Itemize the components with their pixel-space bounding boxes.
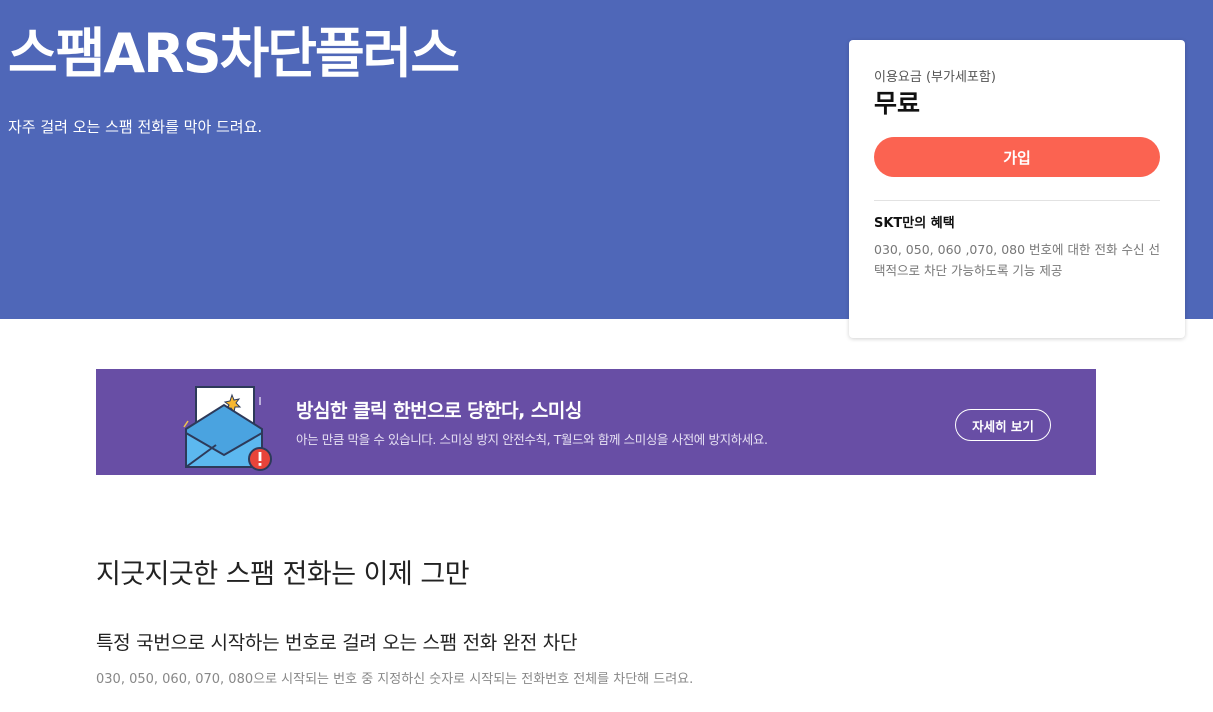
smishing-banner[interactable]: 방심한 클릭 한번으로 당한다, 스미싱 아는 만큼 막을 수 있습니다. 스미… [96,369,1096,475]
price-value: 무료 [874,89,921,118]
section-heading: 지긋지긋한 스팸 전화는 이제 그만 [96,559,470,590]
envelope-bomb-icon [183,386,272,471]
banner-title: 방심한 클릭 한번으로 당한다, 스미싱 [296,400,582,422]
card-divider [874,200,1160,201]
view-details-button[interactable]: 자세히 보기 [955,409,1051,441]
benefit-title: SKT만의 혜택 [874,216,955,231]
benefit-description: 030, 050, 060 ,070, 080 번호에 대한 전화 수신 선택적… [874,242,1160,278]
banner-description: 아는 만큼 막을 수 있습니다. 스미싱 방지 안전수칙, T월드와 함께 스미… [296,432,768,447]
price-label: 이용요금 (부가세포함) [874,70,996,85]
hero-description: 자주 걸려 오는 스팸 전화를 막아 드려요. [8,118,263,136]
join-button[interactable]: 가입 [874,137,1160,177]
page-title: 스팸ARS차단플러스 [8,22,460,85]
feature-title: 특정 국번으로 시작하는 번호로 걸려 오는 스팸 전화 완전 차단 [96,632,578,654]
feature-description: 030, 050, 060, 070, 080으로 시작되는 번호 중 지정하신… [96,672,694,687]
price-card: 이용요금 (부가세포함) 무료 가입 SKT만의 혜택 030, 050, 06… [849,40,1185,338]
